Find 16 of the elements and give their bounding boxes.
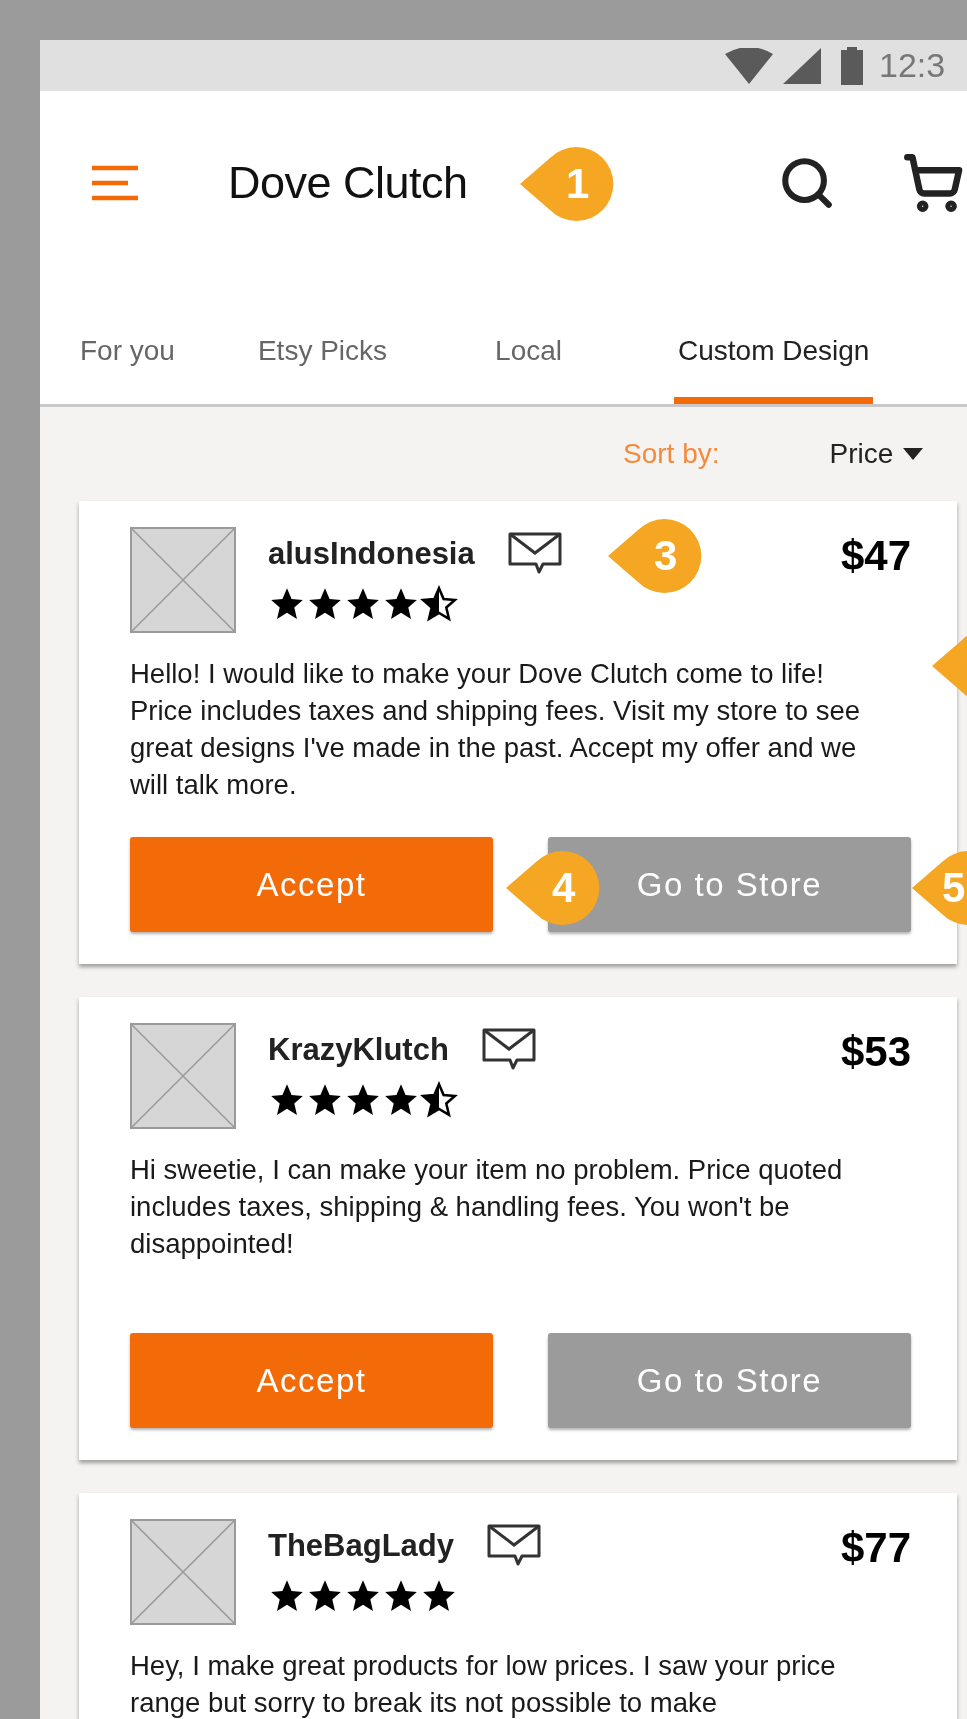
seller-name: alusIndonesia [268, 537, 475, 569]
sort-label: Sort by: [623, 437, 720, 471]
offer-price: $77 [840, 1527, 911, 1573]
offer-price: $53 [840, 1031, 911, 1077]
app-title: Dove Clutch [228, 155, 469, 210]
callout-tooltip: 1 [520, 147, 614, 221]
offer-message: Hello! I would like to make your Dove Clutch come to life! Price includes taxes and shipping fees. Visit my store to see great designs I've made in the past. Accept my offer and we will talk more. [130, 657, 862, 802]
callout-tooltip: 5 [912, 851, 967, 925]
callout-tooltip: 4 [506, 851, 600, 925]
offer-price: $47 [840, 535, 911, 581]
callout-tooltip: 3 [608, 519, 702, 593]
seller-name: KrazyKlutch [268, 1033, 449, 1065]
status-time: 12:3 [879, 45, 946, 86]
offer-message: Hi sweetie, I can make your item no problem. Price quoted includes taxes, shipping & handling fees. You won't be disappointed! [130, 1153, 844, 1261]
offer-message: Hey, I make great products for low prices. I saw your price range but sorry to break its not possible to make [130, 1649, 837, 1719]
seller-name: TheBagLady [268, 1529, 455, 1561]
